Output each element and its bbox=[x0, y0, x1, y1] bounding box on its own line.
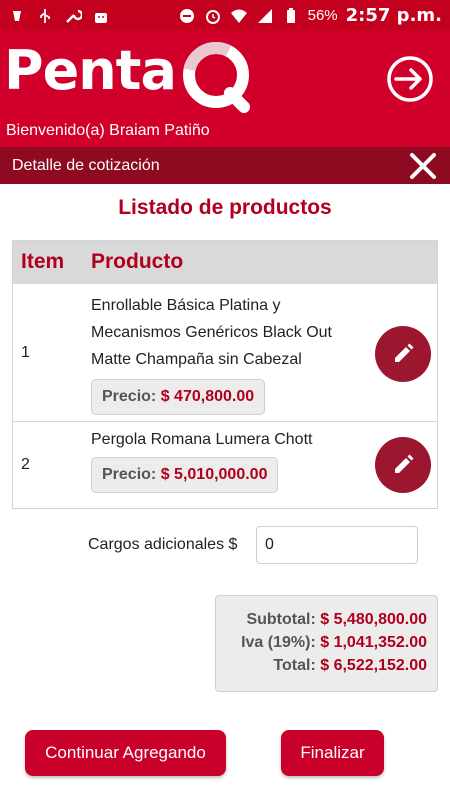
continue-adding-button[interactable]: Continuar Agregando bbox=[25, 730, 226, 776]
logo-text: Penta bbox=[4, 39, 177, 102]
price-label: Precio: bbox=[102, 388, 157, 405]
iva-label: Iva (19%): bbox=[241, 634, 316, 651]
notification-dot-icon bbox=[13, 10, 21, 21]
battery-percent: 56% bbox=[307, 7, 338, 24]
product-name: Enrollable Básica Platina y Mecanismos G… bbox=[91, 297, 332, 368]
table-header: Item Producto bbox=[13, 241, 437, 283]
logo-q-icon bbox=[183, 42, 250, 113]
welcome-text: Bienvenido(a) Braiam Patiño bbox=[6, 122, 210, 139]
status-bar: 56% 2:57 p.m. bbox=[0, 0, 450, 31]
column-product: Producto bbox=[91, 250, 184, 273]
price-value: $ 5,010,000.00 bbox=[160, 466, 268, 483]
dnd-icon bbox=[179, 8, 194, 23]
pencil-icon bbox=[395, 454, 414, 473]
products-table: Item Producto 1 Enrollable Básica Platin… bbox=[12, 240, 438, 509]
column-item: Item bbox=[21, 250, 65, 273]
item-number: 1 bbox=[21, 343, 30, 361]
app-header: Penta Bienvenido(a) Braiam Patiño bbox=[0, 31, 450, 147]
product-name: Pergola Romana Lumera Chott bbox=[91, 431, 313, 448]
total-value: $ 6,522,152.00 bbox=[320, 657, 427, 674]
price-value: $ 470,800.00 bbox=[160, 388, 255, 405]
android-icon bbox=[95, 12, 107, 23]
wifi-icon bbox=[230, 9, 247, 23]
price-box: Precio: $ 5,010,000.00 bbox=[91, 457, 279, 493]
edit-button[interactable] bbox=[375, 437, 431, 493]
total-label: Total: bbox=[273, 657, 316, 674]
alarm-icon bbox=[205, 9, 220, 24]
subtotal-label: Subtotal: bbox=[246, 611, 316, 628]
detail-title: Detalle de cotización bbox=[12, 156, 160, 174]
usb-icon bbox=[40, 8, 50, 23]
item-number: 2 bbox=[21, 456, 30, 473]
iva-value: $ 1,041,352.00 bbox=[320, 634, 427, 651]
price-label: Precio: bbox=[102, 466, 157, 483]
edit-button[interactable] bbox=[375, 326, 431, 382]
exit-icon[interactable] bbox=[386, 55, 434, 103]
detail-bar: Detalle de cotización bbox=[0, 147, 450, 184]
clock: 2:57 p.m. bbox=[345, 5, 442, 26]
signal-icon bbox=[257, 8, 272, 23]
charges-label: Cargos adicionales $ bbox=[88, 536, 238, 553]
battery-icon bbox=[286, 7, 295, 23]
table-row: 1 Enrollable Básica Platina y Mecanismos… bbox=[13, 283, 437, 421]
charges-input[interactable] bbox=[256, 526, 418, 564]
finish-button[interactable]: Finalizar bbox=[281, 730, 384, 776]
totals-box: Subtotal: $ 5,480,800.00 Iva (19%): $ 1,… bbox=[215, 595, 438, 692]
page-title: Listado de productos bbox=[118, 196, 332, 219]
pencil-icon bbox=[395, 343, 414, 362]
price-box: Precio: $ 470,800.00 bbox=[91, 379, 266, 415]
wrench-icon bbox=[66, 9, 82, 23]
subtotal-value: $ 5,480,800.00 bbox=[320, 611, 427, 628]
table-row: 2 Pergola Romana Lumera Chott Precio: $ … bbox=[13, 421, 437, 508]
close-icon[interactable] bbox=[408, 151, 438, 181]
